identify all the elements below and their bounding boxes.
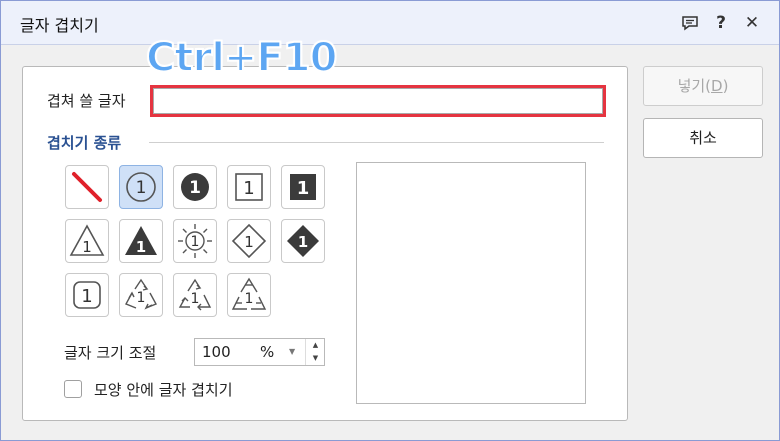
- insert-button[interactable]: 넣기(D): [643, 66, 763, 106]
- sun-1-icon: 1: [178, 224, 212, 258]
- shortcut-overlay: Ctrl+F10: [145, 34, 338, 82]
- shape-circle-filled-button[interactable]: 1: [173, 165, 217, 209]
- shape-recycle-3-button[interactable]: 1: [227, 273, 271, 317]
- insert-label-close: ): [722, 77, 729, 95]
- shape-glyph: 1: [191, 291, 200, 307]
- red-slash-icon: [72, 172, 102, 202]
- square-outline-1-icon: 1: [235, 173, 263, 201]
- recycle-2-icon: 1: [178, 278, 212, 311]
- char-input-highlight: [150, 85, 606, 117]
- section-divider: [149, 142, 604, 143]
- shape-glyph: 1: [189, 178, 201, 198]
- shape-glyph: 1: [82, 238, 92, 256]
- overlap-characters-dialog: 글자 겹치기 ? ✕ Ctrl+F10 겹쳐 쓸 글자 겹치기 종류 1 1 1…: [0, 0, 780, 441]
- dropdown-arrow-icon[interactable]: ▼: [289, 347, 295, 356]
- preview-box: [356, 162, 586, 404]
- help-button[interactable]: ?: [710, 11, 732, 35]
- triangle-outline-1-icon: 1: [69, 224, 105, 256]
- shape-glyph: 1: [297, 178, 310, 199]
- shape-none-button[interactable]: [65, 165, 109, 209]
- shape-diamond-outline-button[interactable]: 1: [227, 219, 271, 263]
- shape-recycle-2-button[interactable]: 1: [173, 273, 217, 317]
- recycle-1-icon: 1: [125, 278, 157, 310]
- diamond-outline-1-icon: 1: [231, 223, 267, 259]
- char-label: 겹쳐 쓸 글자: [47, 92, 126, 110]
- size-unit: %: [260, 343, 275, 361]
- shape-circle-outline-button[interactable]: 1: [119, 165, 163, 209]
- rounded-square-1-icon: 1: [73, 281, 101, 309]
- comment-icon[interactable]: [679, 11, 701, 35]
- circle-outline-1-icon: 1: [126, 172, 156, 202]
- shape-glyph: 1: [245, 291, 254, 307]
- overlap-inside-checkbox[interactable]: [64, 380, 82, 398]
- shape-triangle-filled-button[interactable]: 1: [119, 219, 163, 263]
- shape-glyph: 1: [243, 178, 254, 199]
- shape-triangle-outline-button[interactable]: 1: [65, 219, 109, 263]
- spin-down-icon[interactable]: ▼: [306, 352, 325, 365]
- triangle-filled-1-icon: 1: [125, 226, 157, 256]
- shape-sun-button[interactable]: 1: [173, 219, 217, 263]
- shape-glyph: 1: [136, 178, 147, 198]
- shape-glyph: 1: [298, 233, 308, 251]
- shape-square-outline-button[interactable]: 1: [227, 165, 271, 209]
- recycle-3-icon: 1: [231, 277, 267, 310]
- size-label: 글자 크기 조절: [64, 344, 157, 362]
- shape-rounded-square-button[interactable]: 1: [65, 273, 109, 317]
- size-value: 100: [202, 343, 231, 361]
- square-filled-1-icon: 1: [290, 174, 316, 200]
- shape-glyph: 1: [136, 238, 146, 256]
- shape-glyph: 1: [81, 286, 92, 307]
- overlap-inside-label: 모양 안에 글자 겹치기: [94, 381, 233, 399]
- shape-square-filled-button[interactable]: 1: [281, 165, 325, 209]
- dialog-title: 글자 겹치기: [20, 16, 99, 35]
- close-button[interactable]: ✕: [741, 11, 763, 35]
- shape-recycle-1-button[interactable]: 1: [119, 273, 163, 317]
- section-title: 겹치기 종류: [47, 134, 122, 152]
- diamond-filled-1-icon: 1: [287, 225, 319, 257]
- circle-filled-1-icon: 1: [181, 173, 209, 201]
- shape-diamond-filled-button[interactable]: 1: [281, 219, 325, 263]
- shape-glyph: 1: [244, 233, 254, 251]
- insert-label: 넣기(: [677, 77, 712, 95]
- title-bar: 글자 겹치기 ? ✕: [1, 1, 779, 45]
- spin-up-icon[interactable]: ▲: [306, 339, 325, 352]
- char-input[interactable]: [153, 88, 603, 114]
- insert-shortcut-key: D: [711, 77, 723, 95]
- spin-buttons: ▲ ▼: [305, 339, 324, 365]
- cancel-button[interactable]: 취소: [643, 118, 763, 158]
- shape-glyph: 1: [137, 290, 146, 306]
- shape-glyph: 1: [191, 234, 200, 250]
- size-spinbox[interactable]: 100 % ▼ ▲ ▼: [194, 338, 325, 366]
